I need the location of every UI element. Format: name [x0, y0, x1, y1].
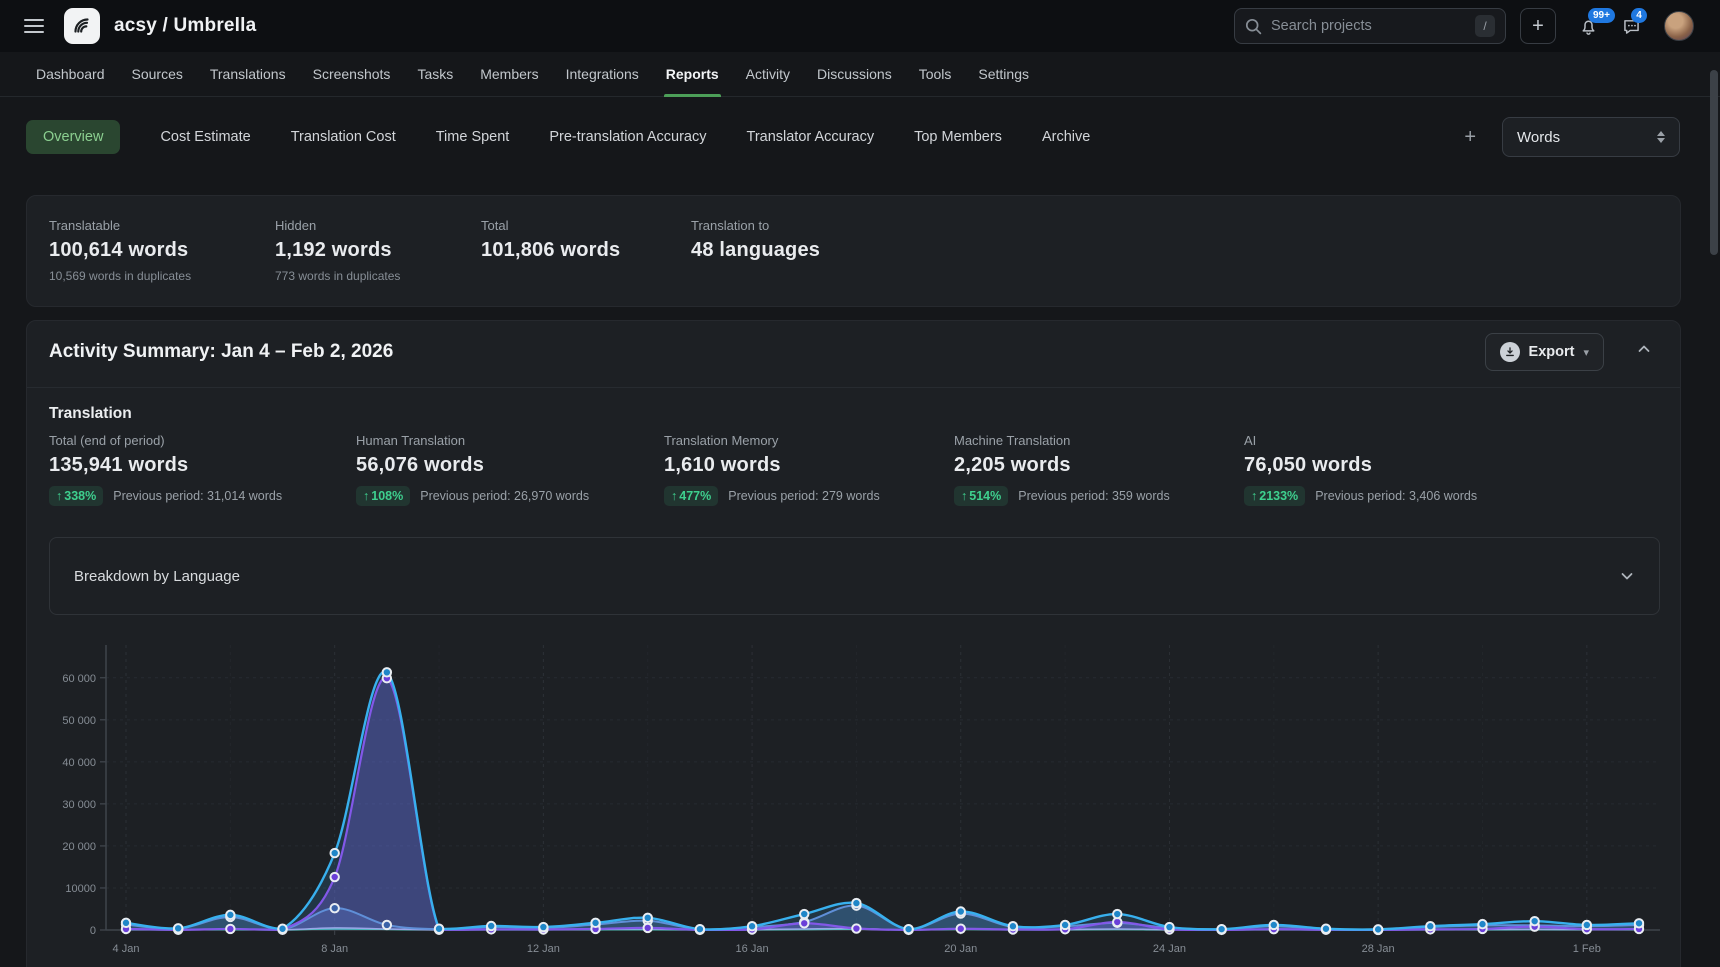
- collapse-section-button[interactable]: [1636, 341, 1652, 360]
- svg-text:0: 0: [90, 925, 96, 937]
- translation-metrics: Total (end of period) 135,941 words ↑338…: [27, 433, 1680, 533]
- arrow-up-icon: ↑: [363, 489, 369, 503]
- translation-section-title: Translation: [49, 405, 132, 423]
- menu-button[interactable]: [24, 19, 44, 33]
- svg-text:28 Jan: 28 Jan: [1362, 943, 1395, 955]
- metric-machine-translation: Machine Translation 2,205 words ↑514% Pr…: [954, 433, 1170, 506]
- subnav-tab-top-members[interactable]: Top Members: [914, 129, 1002, 145]
- app-root: acsy / Umbrella / + 99+: [0, 0, 1720, 967]
- svg-text:8 Jan: 8 Jan: [321, 943, 348, 955]
- nav-tab-translations[interactable]: Translations: [210, 52, 286, 97]
- arrow-up-icon: ↑: [1251, 489, 1257, 503]
- user-avatar[interactable]: [1664, 11, 1694, 41]
- stat-hidden: Hidden 1,192 words 773 words in duplicat…: [275, 216, 481, 286]
- create-project-button[interactable]: +: [1520, 8, 1556, 44]
- activity-summary-title: Activity Summary: Jan 4 – Feb 2, 2026: [49, 341, 393, 363]
- subnav-tab-time-spent[interactable]: Time Spent: [436, 129, 510, 145]
- change-badge: ↑514%: [954, 486, 1008, 506]
- search-input[interactable]: [1271, 18, 1475, 34]
- search-shortcut-key: /: [1475, 15, 1495, 37]
- metric-ai: AI 76,050 words ↑2133% Previous period: …: [1244, 433, 1477, 506]
- svg-text:50 000: 50 000: [62, 715, 96, 727]
- main-nav: Dashboard Sources Translations Screensho…: [0, 52, 1720, 97]
- subnav-tab-pre-translation-accuracy[interactable]: Pre-translation Accuracy: [549, 129, 706, 145]
- breakdown-by-language-toggle[interactable]: Breakdown by Language: [49, 537, 1660, 615]
- topbar: acsy / Umbrella / + 99+: [0, 0, 1720, 52]
- messages-badge: 4: [1631, 8, 1647, 23]
- hamburger-icon: [24, 19, 44, 21]
- add-report-button[interactable]: +: [1456, 122, 1484, 153]
- change-badge: ↑108%: [356, 486, 410, 506]
- svg-text:60 000: 60 000: [62, 673, 96, 685]
- metric-translation-memory: Translation Memory 1,610 words ↑477% Pre…: [664, 433, 880, 506]
- page-title: acsy / Umbrella: [114, 15, 256, 37]
- stat-translation-to: Translation to 48 languages: [691, 216, 820, 286]
- nav-tab-screenshots[interactable]: Screenshots: [313, 52, 391, 97]
- subnav-tab-translation-cost[interactable]: Translation Cost: [291, 129, 396, 145]
- messages-button[interactable]: 4: [1621, 16, 1642, 37]
- nav-tab-discussions[interactable]: Discussions: [817, 52, 892, 97]
- search-icon: [1245, 18, 1262, 35]
- nav-tab-reports[interactable]: Reports: [666, 52, 719, 97]
- search-input-wrapper[interactable]: /: [1234, 8, 1506, 44]
- change-badge: ↑338%: [49, 486, 103, 506]
- nav-tab-sources[interactable]: Sources: [132, 52, 183, 97]
- reports-subnav: Overview Cost Estimate Translation Cost …: [0, 97, 1720, 177]
- nav-tab-activity[interactable]: Activity: [746, 52, 790, 97]
- nav-tab-tasks[interactable]: Tasks: [417, 52, 453, 97]
- export-button[interactable]: Export ▾: [1485, 333, 1604, 371]
- svg-text:20 Jan: 20 Jan: [944, 943, 977, 955]
- metric-human-translation: Human Translation 56,076 words ↑108% Pre…: [356, 433, 589, 506]
- stat-translatable: Translatable 100,614 words 10,569 words …: [49, 216, 275, 286]
- unit-select[interactable]: Words: [1502, 117, 1680, 157]
- header-divider: [27, 387, 1680, 388]
- svg-text:1 Feb: 1 Feb: [1573, 943, 1601, 955]
- arrow-up-icon: ↑: [56, 489, 62, 503]
- svg-text:10000: 10000: [65, 883, 96, 895]
- scrollbar-thumb[interactable]: [1710, 70, 1718, 255]
- chevron-up-icon: [1636, 341, 1652, 357]
- arrow-up-icon: ↑: [961, 489, 967, 503]
- svg-text:30 000: 30 000: [62, 799, 96, 811]
- download-icon: [1500, 342, 1520, 362]
- caret-down-icon: ▾: [1583, 346, 1589, 359]
- chevron-down-icon: [1619, 568, 1635, 584]
- app-logo[interactable]: [64, 8, 100, 44]
- svg-text:4 Jan: 4 Jan: [113, 943, 140, 955]
- nav-tab-tools[interactable]: Tools: [919, 52, 952, 97]
- change-badge: ↑477%: [664, 486, 718, 506]
- svg-text:40 000: 40 000: [62, 757, 96, 769]
- activity-chart: 0 10000 20 000 30 000 40 000 50 000 60 000 4 Ja…: [0, 620, 1720, 967]
- nav-tab-members[interactable]: Members: [480, 52, 538, 97]
- metric-total-end-of-period: Total (end of period) 135,941 words ↑338…: [49, 433, 282, 506]
- svg-text:16 Jan: 16 Jan: [736, 943, 769, 955]
- svg-text:20 000: 20 000: [62, 841, 96, 853]
- nav-tab-dashboard[interactable]: Dashboard: [36, 52, 105, 97]
- notifications-badge: 99+: [1588, 8, 1615, 23]
- stat-total: Total 101,806 words: [481, 216, 691, 286]
- subnav-tab-archive[interactable]: Archive: [1042, 129, 1090, 145]
- arrow-up-icon: ↑: [671, 489, 677, 503]
- subnav-tab-overview[interactable]: Overview: [26, 120, 120, 154]
- notifications-button[interactable]: 99+: [1578, 16, 1599, 37]
- scrollbar: [1708, 52, 1720, 967]
- subnav-tab-translator-accuracy[interactable]: Translator Accuracy: [747, 129, 875, 145]
- subnav-tab-cost-estimate[interactable]: Cost Estimate: [160, 129, 250, 145]
- svg-text:12 Jan: 12 Jan: [527, 943, 560, 955]
- select-arrows-icon: [1657, 131, 1665, 143]
- unit-select-value: Words: [1517, 129, 1560, 146]
- svg-text:24 Jan: 24 Jan: [1153, 943, 1186, 955]
- logo-swirl-icon: [70, 14, 94, 38]
- nav-tab-integrations[interactable]: Integrations: [566, 52, 639, 97]
- change-badge: ↑2133%: [1244, 486, 1305, 506]
- nav-tab-settings[interactable]: Settings: [978, 52, 1029, 97]
- word-stats-card: Translatable 100,614 words 10,569 words …: [26, 195, 1681, 307]
